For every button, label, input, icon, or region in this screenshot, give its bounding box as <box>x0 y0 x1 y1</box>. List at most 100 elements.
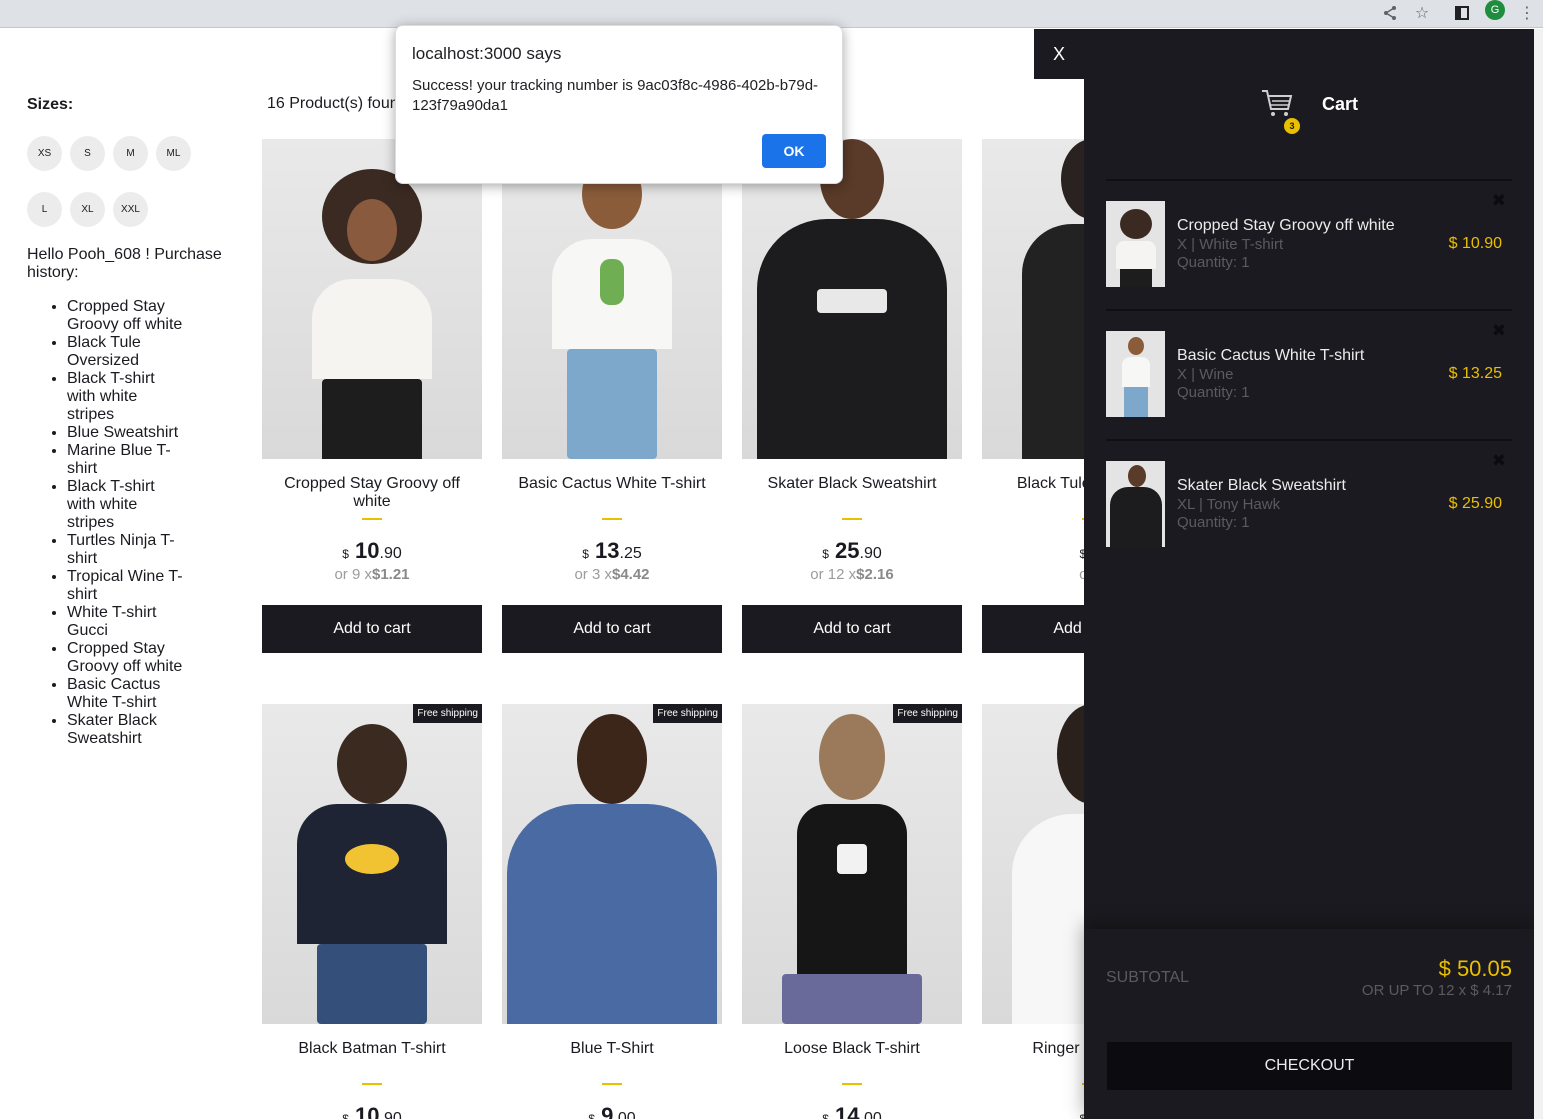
product-image[interactable] <box>742 139 962 459</box>
cart-item-name: Cropped Stay Groovy off white <box>1177 217 1395 234</box>
add-to-cart-button[interactable]: Add to cart <box>742 605 962 653</box>
shopping-cart-icon <box>1260 87 1294 121</box>
sizes-title: Sizes: <box>27 96 74 113</box>
cart-item-quantity: Quantity: 1 <box>1177 384 1250 401</box>
history-item: Cropped Stay Groovy off white <box>67 640 187 676</box>
product-installments: or 12 x$2.16 <box>810 566 894 583</box>
free-shipping-badge: Free shipping <box>413 704 482 723</box>
cart-panel: 3 Cart Cropped Stay Groovy off white X |… <box>1084 29 1534 1119</box>
alert-dialog: localhost:3000 says Success! your tracki… <box>395 25 843 184</box>
cart-item: Skater Black Sweatshirt XL | Tony Hawk Q… <box>1106 439 1512 569</box>
more-menu-icon[interactable]: ⋮ <box>1515 1 1539 25</box>
history-item: Black T-shirt with white stripes <box>67 370 187 424</box>
cart-item-thumbnail <box>1106 461 1165 547</box>
cart-header: 3 Cart <box>1084 29 1534 179</box>
cart-item: Basic Cactus White T-shirt X | Wine Quan… <box>1106 309 1512 439</box>
product-title: Cropped Stay Groovy off white <box>284 475 460 510</box>
title-divider <box>842 518 862 520</box>
size-chip-l[interactable]: L <box>27 192 62 227</box>
product-title: Basic Cactus White T-shirt <box>518 475 706 492</box>
cart-item-description: X | White T-shirt <box>1177 236 1284 253</box>
size-chip-m[interactable]: M <box>113 136 148 171</box>
product-image[interactable]: Free shipping <box>262 704 482 1024</box>
history-item: White T-shirt Gucci <box>67 604 187 640</box>
product-price: $ 9.00 <box>588 1103 636 1119</box>
cart-title: Cart <box>1322 94 1359 114</box>
product-card: Free shipping Loose Black T-shirt $ 14.0… <box>742 704 962 1119</box>
product-price: $ 13.25 <box>582 538 642 563</box>
product-card: Cropped Stay Groovy off white $ 10.90 or… <box>262 139 482 653</box>
title-divider <box>602 1083 622 1085</box>
cart-item-name: Skater Black Sweatshirt <box>1177 477 1346 494</box>
product-price: $ 14.00 <box>822 1103 882 1119</box>
history-item: Blue Sweatshirt <box>67 424 187 442</box>
history-item: Black T-shirt with white stripes <box>67 478 187 532</box>
subtotal-installments: OR UP TO 12 x $ 4.17 <box>1361 982 1512 999</box>
history-item: Basic Cactus White T-shirt <box>67 676 187 712</box>
ok-button[interactable]: OK <box>762 134 826 168</box>
product-card: Basic Cactus White T-shirt $ 13.25 or 3 … <box>502 139 722 653</box>
size-chip-xl[interactable]: XL <box>70 192 105 227</box>
product-image[interactable]: Free shipping <box>742 704 962 1024</box>
product-price: $ 10.90 <box>342 538 402 563</box>
history-item: Black Tule Oversized <box>67 334 187 370</box>
product-title: Loose Black T-shirt <box>784 1040 920 1057</box>
cart-item-quantity: Quantity: 1 <box>1177 514 1250 531</box>
product-price: $ 25.90 <box>822 538 882 563</box>
product-title: Black Batman T-shirt <box>298 1040 446 1057</box>
product-title: Blue T-Shirt <box>570 1040 654 1057</box>
side-panel-icon[interactable] <box>1450 1 1474 25</box>
remove-item-icon[interactable]: ✖ <box>1492 451 1506 471</box>
subtotal-value: $ 50.05 <box>1438 956 1512 981</box>
product-price: $ 10.90 <box>342 1103 402 1119</box>
title-divider <box>362 1083 382 1085</box>
size-chip-s[interactable]: S <box>70 136 105 171</box>
add-to-cart-button[interactable]: Add to cart <box>502 605 722 653</box>
sidebar: Sizes: XS S M ML L XL XXL Hello Pooh_608… <box>27 96 232 747</box>
size-chip-xs[interactable]: XS <box>27 136 62 171</box>
product-image[interactable] <box>502 139 722 459</box>
history-item: Cropped Stay Groovy off white <box>67 298 187 334</box>
add-to-cart-button[interactable]: Add to cart <box>262 605 482 653</box>
cart-item-name: Basic Cactus White T-shirt <box>1177 347 1365 364</box>
size-chip-xxl[interactable]: XXL <box>113 192 148 227</box>
cart-item-price: $ 25.90 <box>1448 495 1502 512</box>
remove-item-icon[interactable]: ✖ <box>1492 191 1506 211</box>
cart-item-thumbnail <box>1106 201 1165 287</box>
cart-item-quantity: Quantity: 1 <box>1177 254 1250 271</box>
product-image[interactable]: Free shipping <box>502 704 722 1024</box>
cart-footer: SUBTOTAL $ 50.05 OR UP TO 12 x $ 4.17 CH… <box>1084 929 1534 1119</box>
product-title: Skater Black Sweatshirt <box>767 475 937 492</box>
product-card: Free shipping Blue T-Shirt $ 9.00 <box>502 704 722 1119</box>
purchase-history-list: Cropped Stay Groovy off white Black Tule… <box>67 298 187 748</box>
history-item: Marine Blue T-shirt <box>67 442 187 478</box>
size-filter: XS S M ML L XL XXL <box>27 136 227 256</box>
purchase-history-greeting: Hello Pooh_608 ! Purchase history: <box>27 246 222 281</box>
cart-item-description: XL | Tony Hawk <box>1177 496 1281 513</box>
title-divider <box>362 518 382 520</box>
cart-item-price: $ 10.90 <box>1448 235 1502 252</box>
title-divider <box>602 518 622 520</box>
browser-toolbar: ☆ G ⋮ <box>0 0 1543 28</box>
profile-avatar[interactable]: G <box>1485 0 1505 20</box>
star-icon[interactable]: ☆ <box>1410 1 1434 25</box>
product-image[interactable] <box>262 139 482 459</box>
history-item: Turtles Ninja T-shirt <box>67 532 187 568</box>
share-icon[interactable] <box>1378 1 1402 25</box>
history-item: Skater Black Sweatshirt <box>67 712 187 748</box>
product-card: Free shipping Black Batman T-shirt $ 10.… <box>262 704 482 1119</box>
remove-item-icon[interactable]: ✖ <box>1492 321 1506 341</box>
checkout-button[interactable]: CHECKOUT <box>1107 1042 1512 1090</box>
history-item: Tropical Wine T-shirt <box>67 568 187 604</box>
cart-quantity-badge: 3 <box>1284 118 1300 134</box>
cart-item-thumbnail <box>1106 331 1165 417</box>
dialog-message: Success! your tracking number is 9ac03f8… <box>412 77 819 114</box>
dialog-title: localhost:3000 says <box>412 44 562 63</box>
product-card: Skater Black Sweatshirt $ 25.90 or 12 x$… <box>742 139 962 653</box>
product-installments: or 3 x$4.42 <box>574 566 650 583</box>
cart-item: Cropped Stay Groovy off white X | White … <box>1106 179 1512 309</box>
cart-scrollbar[interactable] <box>1534 29 1543 1119</box>
cart-close-button[interactable]: X <box>1034 29 1084 79</box>
cart-item-description: X | Wine <box>1177 366 1234 383</box>
size-chip-ml[interactable]: ML <box>156 136 191 171</box>
